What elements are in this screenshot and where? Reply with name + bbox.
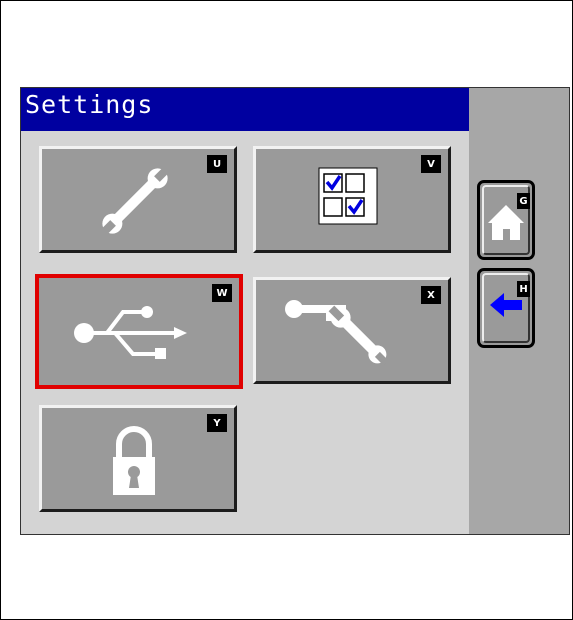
tile-wrench[interactable]: U bbox=[39, 146, 237, 253]
tile-padlock[interactable]: Y bbox=[39, 405, 237, 512]
usb-icon bbox=[74, 306, 187, 359]
home-button[interactable]: G bbox=[477, 180, 535, 260]
back-button[interactable]: H bbox=[477, 268, 535, 348]
checkbox-grid-icon bbox=[318, 167, 378, 225]
wrench-icon bbox=[100, 166, 170, 236]
window-frame: Settings U V W X Y G H bbox=[0, 0, 573, 620]
padlock-icon bbox=[113, 426, 155, 495]
key-wrench-icon bbox=[285, 300, 389, 366]
shortcut-key-u: U bbox=[207, 155, 227, 173]
page-title: Settings bbox=[25, 90, 154, 119]
settings-screen: Settings U V W X Y G H bbox=[20, 87, 570, 535]
side-panel: G H bbox=[469, 88, 569, 534]
tile-checkboxes[interactable]: V bbox=[253, 146, 451, 253]
shortcut-key-h: H bbox=[517, 281, 530, 297]
tile-usb[interactable]: W bbox=[35, 274, 243, 389]
shortcut-key-v: V bbox=[421, 155, 441, 173]
tile-key-wrench[interactable]: X bbox=[253, 277, 451, 384]
shortcut-key-y: Y bbox=[207, 414, 227, 432]
shortcut-key-g: G bbox=[517, 193, 530, 209]
shortcut-key-x: X bbox=[421, 286, 441, 304]
shortcut-key-w: W bbox=[212, 284, 232, 302]
title-bar: Settings bbox=[21, 88, 469, 131]
